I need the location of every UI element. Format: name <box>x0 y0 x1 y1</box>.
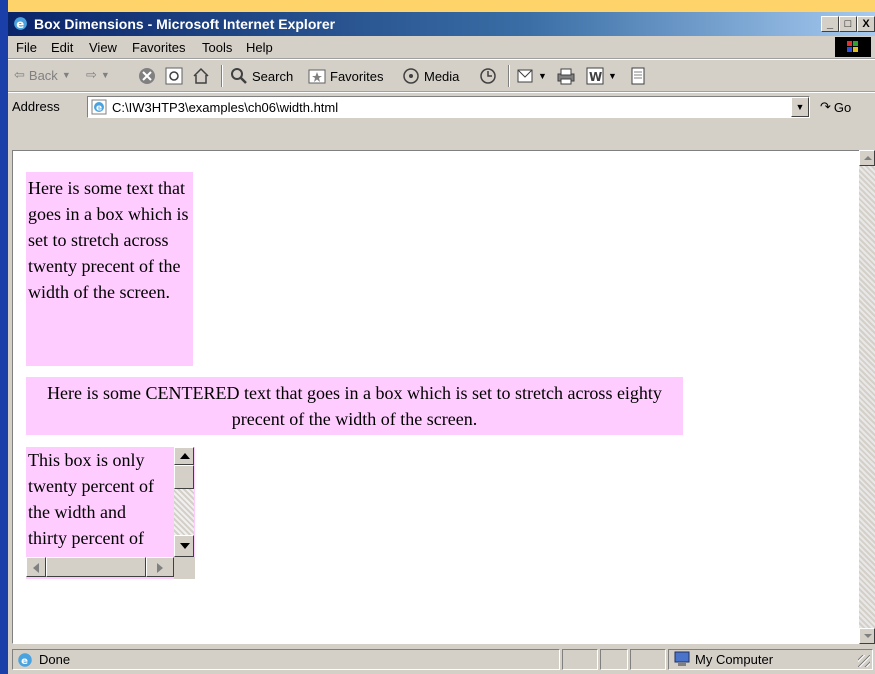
scroll-up-button[interactable] <box>859 150 875 166</box>
box-scroll-right-button[interactable] <box>146 557 174 577</box>
zone-pane: My Computer <box>668 649 873 670</box>
address-url: C:\IW3HTP3\examples\ch06\width.html <box>112 100 339 115</box>
status-text-pane: e Done <box>12 649 560 670</box>
address-input[interactable]: e C:\IW3HTP3\examples\ch06\width.html ▼ <box>87 96 810 118</box>
refresh-icon <box>165 67 183 85</box>
mail-icon <box>517 69 533 83</box>
box-scroll-corner <box>174 557 195 579</box>
print-button[interactable] <box>556 67 576 85</box>
menu-help[interactable]: Help <box>246 40 273 55</box>
status-pane <box>562 649 598 670</box>
menu-edit[interactable]: Edit <box>51 40 73 55</box>
history-button[interactable] <box>478 67 498 85</box>
page-done-icon: e <box>18 653 32 667</box>
edit-dropdown-icon[interactable]: ▼ <box>608 71 617 81</box>
windows-logo-icon <box>835 37 871 57</box>
scrolling-box: This box is only twenty percent of the w… <box>26 447 195 579</box>
scroll-down-button[interactable] <box>859 628 875 644</box>
arrow-left-icon <box>33 563 39 573</box>
resize-grip[interactable] <box>858 655 870 667</box>
box-scroll-left-button[interactable] <box>26 557 46 577</box>
menu-favorites[interactable]: Favorites <box>132 40 185 55</box>
forward-dropdown-icon[interactable]: ▼ <box>101 70 110 80</box>
home-icon <box>193 67 209 84</box>
menu-tools[interactable]: Tools <box>202 40 232 55</box>
forward-arrow-icon: ⇨ <box>86 67 97 82</box>
maximize-button[interactable]: □ <box>839 16 857 32</box>
status-pane <box>630 649 666 670</box>
back-arrow-icon: ⇦ <box>14 67 25 82</box>
stop-icon <box>139 68 155 84</box>
printer-icon <box>557 68 575 85</box>
zone-text: My Computer <box>695 652 774 667</box>
arrow-down-icon <box>180 543 190 549</box>
menu-bar: File Edit View Favorites Tools Help <box>8 36 875 59</box>
word-edit-icon: W <box>586 67 604 85</box>
discuss-button[interactable] <box>630 67 646 85</box>
page-vertical-scrollbar[interactable] <box>859 150 875 644</box>
window-title: Box Dimensions - Microsoft Internet Expl… <box>34 16 336 32</box>
box-scroll-thumb[interactable] <box>174 465 194 489</box>
arrow-down-icon <box>864 634 872 638</box>
arrow-up-icon <box>180 453 190 459</box>
box-vertical-scrollbar[interactable] <box>174 447 194 557</box>
status-text: Done <box>39 652 71 667</box>
media-icon <box>403 68 419 84</box>
title-bar[interactable]: e Box Dimensions - Microsoft Internet Ex… <box>8 12 875 36</box>
menu-file[interactable]: File <box>16 40 37 55</box>
box-hscroll-thumb[interactable] <box>46 557 146 577</box>
back-button[interactable]: ⇦ Back ▼ <box>14 67 71 83</box>
ie-logo-icon: e <box>14 17 27 31</box>
favorites-star-icon <box>308 69 326 84</box>
box-scroll-down-button[interactable] <box>174 535 194 557</box>
box-horizontal-scrollbar[interactable] <box>26 557 174 577</box>
slide-header-bar <box>0 0 875 12</box>
svg-text:e: e <box>16 17 24 31</box>
media-button[interactable]: Media <box>402 67 459 85</box>
box-scroll-up-button[interactable] <box>174 447 194 465</box>
toolbar-separator <box>508 65 510 87</box>
svg-text:e: e <box>96 104 102 114</box>
history-icon <box>480 68 496 84</box>
centered-eighty-percent-box: Here is some CENTERED text that goes in … <box>26 377 683 435</box>
arrow-right-icon <box>157 563 163 573</box>
arrow-up-icon <box>864 156 872 160</box>
mail-dropdown-icon[interactable]: ▼ <box>538 71 547 81</box>
svg-text:e: e <box>21 656 28 667</box>
address-bar: Address e C:\IW3HTP3\examples\ch06\width… <box>8 92 875 120</box>
my-computer-icon <box>674 651 690 666</box>
menu-view[interactable]: View <box>89 40 117 55</box>
minimize-button[interactable]: _ <box>821 16 839 32</box>
forward-button[interactable]: ⇨ ▼ <box>86 67 110 83</box>
stop-button[interactable] <box>138 67 156 85</box>
close-button[interactable]: X <box>857 16 875 32</box>
back-dropdown-icon[interactable]: ▼ <box>62 70 71 80</box>
page-ie-icon: e <box>91 99 107 115</box>
address-dropdown-button[interactable]: ▼ <box>791 97 809 117</box>
favorites-button[interactable]: Favorites <box>308 67 383 85</box>
twenty-percent-box: Here is some text that goes in a box whi… <box>26 172 193 366</box>
status-pane <box>600 649 628 670</box>
address-label: Address <box>12 99 60 114</box>
search-icon <box>231 68 247 84</box>
edit-button[interactable]: W ▼ <box>586 67 617 85</box>
go-button[interactable]: ↷ Go <box>820 99 851 115</box>
home-button[interactable] <box>192 67 210 85</box>
refresh-button[interactable] <box>165 67 183 85</box>
status-bar: e Done My Computer <box>8 644 875 674</box>
discuss-icon <box>631 67 645 85</box>
toolbar-separator <box>221 65 223 87</box>
slide-accent-bar <box>0 0 8 674</box>
mail-button[interactable]: ▼ <box>516 67 547 85</box>
search-button[interactable]: Search <box>230 67 293 85</box>
svg-text:W: W <box>589 70 602 84</box>
go-arrow-icon: ↷ <box>820 99 831 114</box>
standard-toolbar: ⇦ Back ▼ ⇨ ▼ Search Favorites Media ▼ W … <box>8 59 875 92</box>
